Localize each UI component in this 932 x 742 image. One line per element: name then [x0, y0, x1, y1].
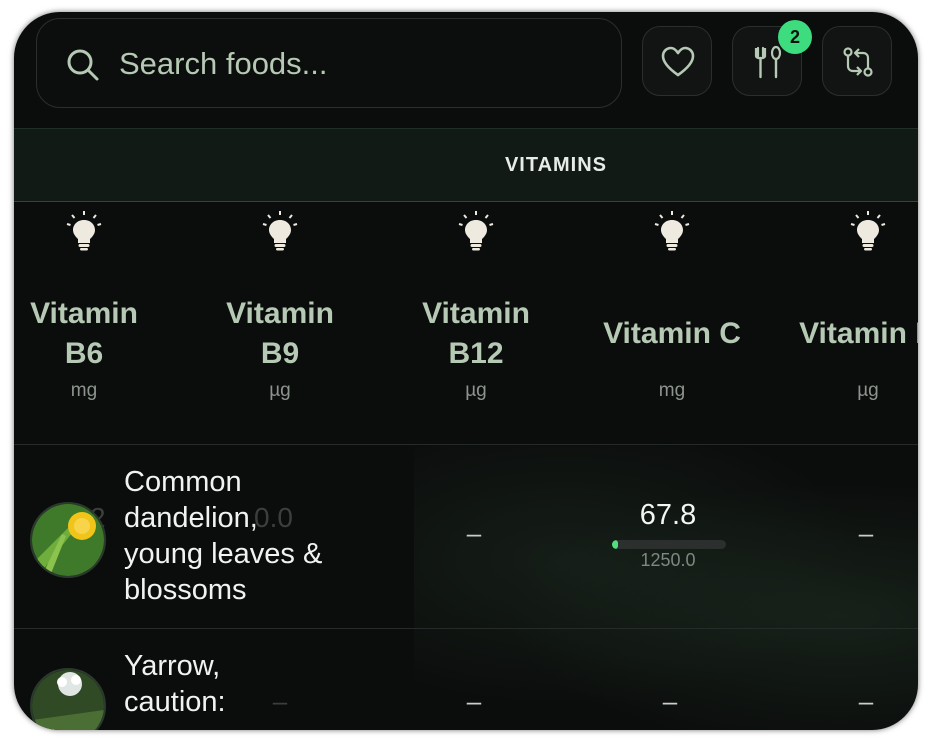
- heart-icon: [661, 46, 695, 77]
- column-name-line2: B12: [448, 337, 504, 370]
- column-name: Vitamin: [422, 297, 530, 330]
- cell-vitamin-d: –: [858, 518, 874, 548]
- column-header-b12[interactable]: Vitamin B12 µg: [378, 202, 574, 442]
- cell-b9: –: [272, 686, 288, 716]
- column-name: Vitamin: [30, 297, 138, 330]
- divider: [14, 444, 918, 445]
- cell-b12: –: [466, 686, 482, 716]
- cell-vitamin-c: –: [662, 686, 678, 716]
- food-name: Yarrow,: [124, 650, 221, 682]
- column-unit: µg: [269, 380, 291, 401]
- vitamin-c-progress: [612, 540, 726, 549]
- app-window: 2 VITAMINS Vitamin B6 mg: [14, 12, 918, 730]
- column-name-line2: B6: [64, 337, 104, 370]
- column-name: Vitamin C: [603, 317, 741, 350]
- cell-b12: –: [466, 518, 482, 548]
- cell-vitamin-d: –: [858, 686, 874, 716]
- lightbulb-icon: [654, 211, 690, 251]
- food-image-yarrow: [30, 668, 106, 730]
- column-name: Vitamin D: [799, 317, 918, 350]
- food-name: caution:: [124, 686, 226, 718]
- cell-vitamin-c-reference: 1250.0: [640, 550, 696, 570]
- column-header-b6[interactable]: Vitamin B6 mg: [14, 202, 182, 442]
- search-icon: [67, 49, 99, 81]
- favorites-button[interactable]: [642, 26, 712, 96]
- search-box[interactable]: [36, 18, 622, 108]
- food-name: Common: [124, 466, 242, 498]
- column-name: Vitamin: [226, 297, 334, 330]
- lightbulb-icon: [458, 211, 494, 251]
- food-name: dandelion,: [124, 502, 258, 534]
- cell-vitamin-c-value: 67.8: [639, 499, 697, 531]
- divider: [14, 628, 918, 629]
- compare-button[interactable]: [822, 26, 892, 96]
- column-header-b9[interactable]: Vitamin B9 µg: [182, 202, 378, 442]
- meal-count-badge: 2: [778, 20, 812, 54]
- food-name: young leaves &: [124, 538, 323, 570]
- lightbulb-icon: [66, 211, 102, 251]
- column-unit: mg: [658, 380, 686, 401]
- food-image-dandelion: [30, 502, 106, 578]
- column-header-c[interactable]: Vitamin C mg: [574, 202, 770, 442]
- fork-spoon-icon: [754, 45, 782, 79]
- swap-icon: [843, 47, 873, 77]
- lightbulb-icon: [850, 211, 886, 251]
- search-input[interactable]: [119, 41, 599, 87]
- column-header-d[interactable]: Vitamin D µg: [770, 202, 918, 442]
- food-name: blossoms: [124, 574, 247, 606]
- column-unit: µg: [857, 380, 879, 401]
- category-label: VITAMINS: [504, 154, 608, 176]
- column-unit: mg: [70, 380, 98, 401]
- category-header: VITAMINS: [14, 128, 918, 202]
- column-name-line2: B9: [260, 337, 300, 370]
- vitamin-c-progress-fill: [612, 540, 619, 549]
- lightbulb-icon: [262, 211, 298, 251]
- column-unit: µg: [465, 380, 487, 401]
